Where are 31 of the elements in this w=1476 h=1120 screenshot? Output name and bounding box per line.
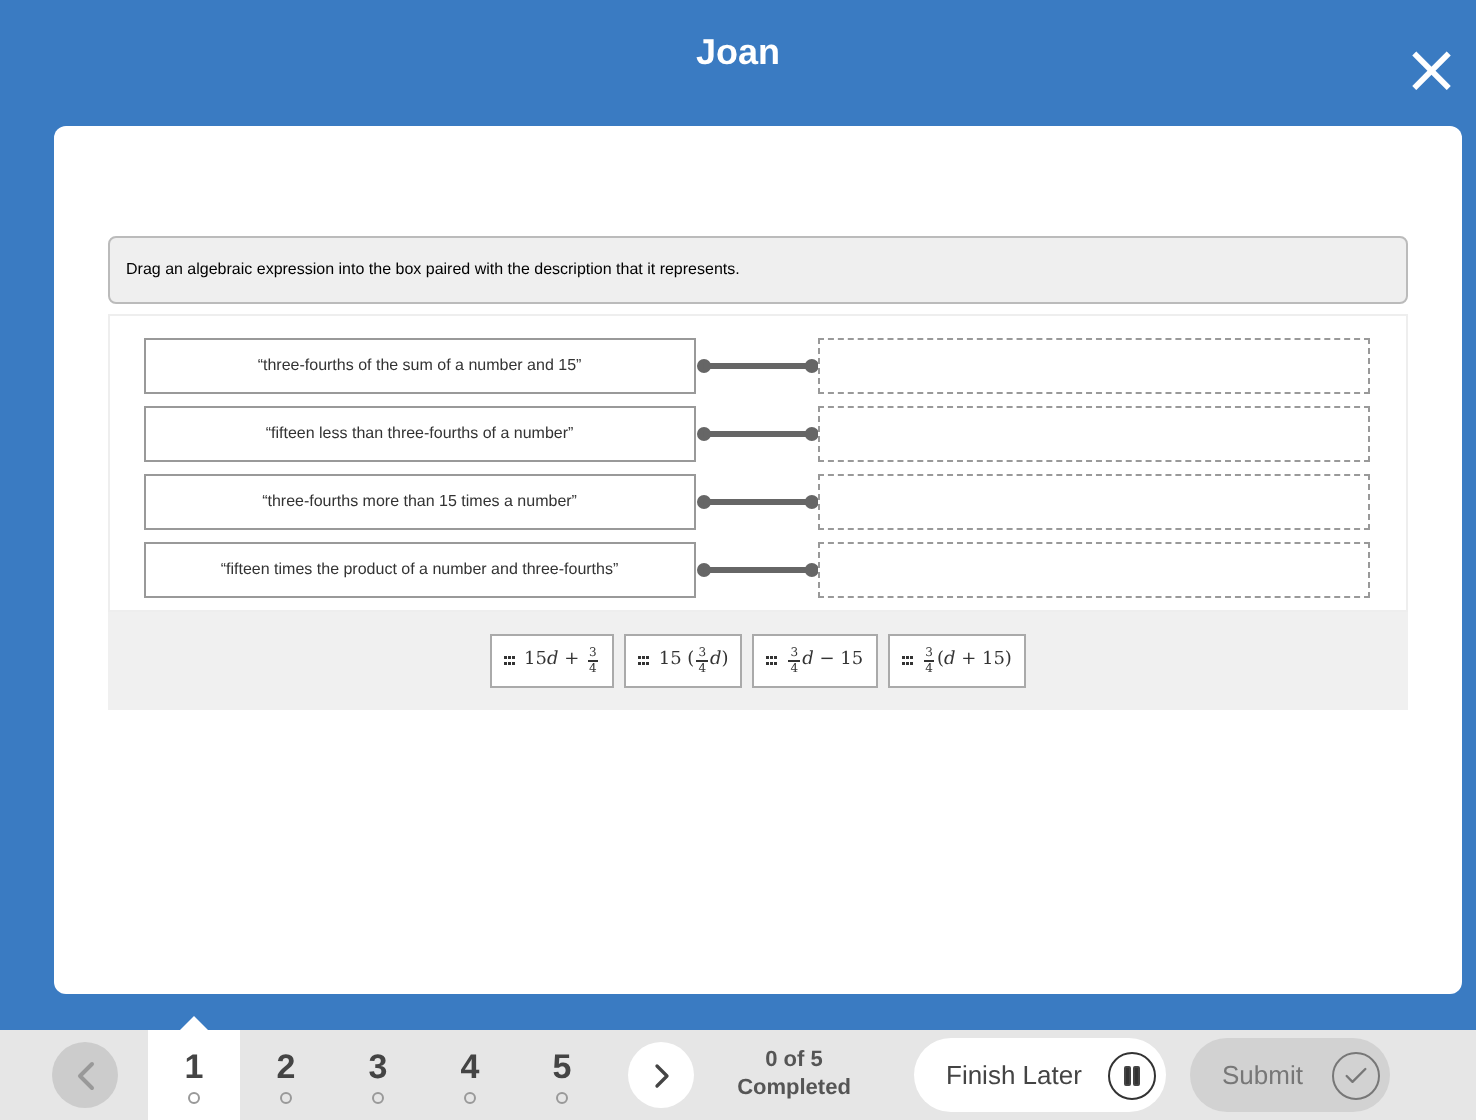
drop-box[interactable] xyxy=(818,338,1370,394)
chevron-left-icon xyxy=(75,1059,95,1091)
drop-box[interactable] xyxy=(818,406,1370,462)
question-tab[interactable]: 3 xyxy=(332,1030,424,1120)
window-title: Joan xyxy=(695,29,780,75)
drag-handle-icon xyxy=(901,656,914,666)
finish-later-button[interactable]: Finish Later xyxy=(914,1038,1166,1112)
connector-icon xyxy=(695,426,819,442)
connector-icon xyxy=(695,562,819,578)
drag-handle-icon xyxy=(504,656,517,666)
question-tab[interactable]: 2 xyxy=(240,1030,332,1120)
question-tab[interactable]: 4 xyxy=(424,1030,516,1120)
progress-text: Completed xyxy=(737,1075,851,1103)
question-tab[interactable]: 5 xyxy=(516,1030,608,1120)
drop-box[interactable] xyxy=(818,542,1370,598)
drop-box[interactable] xyxy=(818,474,1370,530)
progress-text: 0 of 5 xyxy=(765,1047,823,1075)
question-tab[interactable]: 1 xyxy=(148,1030,240,1120)
description-box: “three-fourths more than 15 times a number” xyxy=(144,474,696,530)
pause-icon xyxy=(1108,1051,1156,1099)
connector-icon xyxy=(695,494,819,510)
next-button[interactable] xyxy=(628,1042,694,1108)
connector-icon xyxy=(695,358,819,374)
close-button[interactable]: × xyxy=(1403,36,1460,104)
drag-handle-icon xyxy=(766,656,779,666)
description-box: “fifteen less than three-fourths of a number” xyxy=(144,406,696,462)
description-box: “three-fourths of the sum of a number and 15” xyxy=(144,338,696,394)
instruction: Drag an algebraic expression into the box paired with the description that it represents. xyxy=(108,236,1408,304)
drag-handle-icon xyxy=(638,656,651,666)
description-box: “fifteen times the product of a number and three-fourths” xyxy=(144,542,696,598)
check-icon xyxy=(1332,1051,1380,1099)
